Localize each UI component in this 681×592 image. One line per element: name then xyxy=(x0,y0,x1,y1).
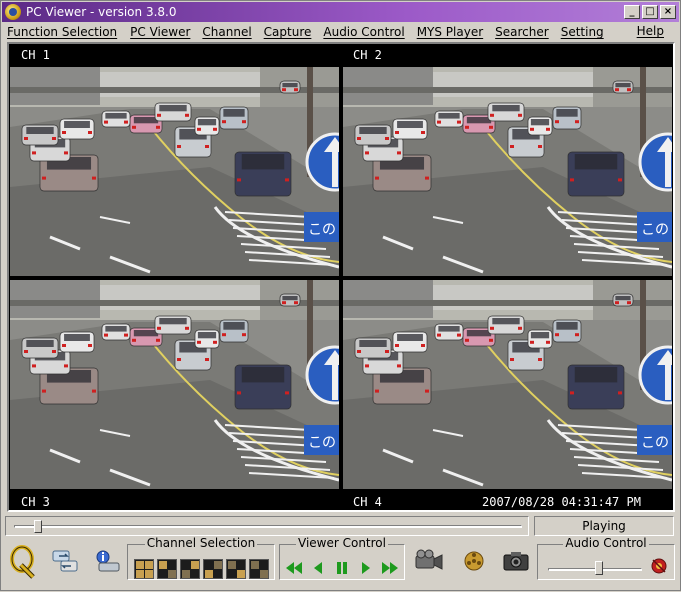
close-button[interactable]: × xyxy=(660,5,676,19)
camera-icon[interactable] xyxy=(502,549,530,573)
step-back-icon[interactable] xyxy=(309,560,327,576)
channel-label-3: CH 3 xyxy=(21,495,50,509)
viewer-control-group: Viewer Control xyxy=(279,536,405,580)
channel-selection-group: Channel Selection xyxy=(127,536,275,580)
svg-text:この: この xyxy=(308,222,336,238)
svg-text:この: この xyxy=(641,435,669,451)
playback-slider-track[interactable] xyxy=(14,525,522,528)
layout-3-button[interactable] xyxy=(180,559,200,579)
fast-rewind-icon[interactable] xyxy=(285,560,303,576)
app-icon xyxy=(5,4,21,20)
channel-label-2: CH 2 xyxy=(353,48,382,62)
svg-text:この: この xyxy=(308,435,336,451)
speaker-icon[interactable] xyxy=(650,557,668,575)
switch-icon[interactable] xyxy=(51,548,79,574)
pause-icon[interactable] xyxy=(333,560,351,576)
playback-status: Playing xyxy=(534,516,674,536)
audio-control-group: Audio Control xyxy=(537,536,675,580)
layout-1-button[interactable] xyxy=(134,559,154,579)
camera-grid: CH 1 CH 2 この この この この CH 3 CH 4 2007/08/… xyxy=(7,42,675,512)
menu-function-selection[interactable]: Function Selection xyxy=(2,25,122,39)
playback-slider-thumb[interactable] xyxy=(34,520,42,533)
channel-selection-label: Channel Selection xyxy=(144,536,258,550)
camera-view-4[interactable]: この xyxy=(343,280,672,489)
channel-label-4: CH 4 xyxy=(353,495,382,509)
camcorder-icon[interactable] xyxy=(414,548,444,574)
menu-searcher[interactable]: Searcher xyxy=(490,25,554,39)
menu-pc-viewer[interactable]: PC Viewer xyxy=(125,25,195,39)
q-logo-icon[interactable] xyxy=(9,545,37,579)
film-reel-icon[interactable] xyxy=(462,549,486,573)
camera-view-1[interactable]: この xyxy=(10,67,339,276)
viewer-control-label: Viewer Control xyxy=(296,536,388,550)
layout-6-button[interactable] xyxy=(249,559,269,579)
menu-help[interactable]: Help xyxy=(632,24,669,38)
control-panel: Playing Channel Selection Viewer Control… xyxy=(1,514,681,592)
menu-capture[interactable]: Capture xyxy=(259,25,317,39)
menu-audio-control[interactable]: Audio Control xyxy=(318,25,409,39)
fast-forward-icon[interactable] xyxy=(381,560,399,576)
play-icon[interactable] xyxy=(357,560,375,576)
timestamp: 2007/08/28 04:31:47 PM xyxy=(482,495,641,509)
channel-label-1: CH 1 xyxy=(21,48,50,62)
menu-mys-player[interactable]: MYS Player xyxy=(412,25,488,39)
title-bar[interactable]: PC Viewer - version 3.8.0 _ □ × xyxy=(2,2,679,22)
camera-view-3[interactable]: この xyxy=(10,280,339,489)
volume-slider-thumb[interactable] xyxy=(595,561,604,575)
layout-2-button[interactable] xyxy=(157,559,177,579)
menu-setting[interactable]: Setting xyxy=(556,25,609,39)
camera-view-2[interactable]: この xyxy=(343,67,672,276)
audio-control-label: Audio Control xyxy=(563,536,649,550)
maximize-button[interactable]: □ xyxy=(642,5,658,19)
window-title: PC Viewer - version 3.8.0 xyxy=(26,5,177,19)
minimize-button[interactable]: _ xyxy=(624,5,640,19)
svg-text:この: この xyxy=(641,222,669,238)
layout-4-button[interactable] xyxy=(203,559,223,579)
info-icon[interactable] xyxy=(93,548,121,574)
layout-5-button[interactable] xyxy=(226,559,246,579)
menu-bar: Function Selection PC Viewer Channel Cap… xyxy=(2,23,679,41)
menu-channel[interactable]: Channel xyxy=(197,25,256,39)
main-window: PC Viewer - version 3.8.0 _ □ × Function… xyxy=(0,0,681,591)
playback-slider[interactable] xyxy=(5,516,529,536)
